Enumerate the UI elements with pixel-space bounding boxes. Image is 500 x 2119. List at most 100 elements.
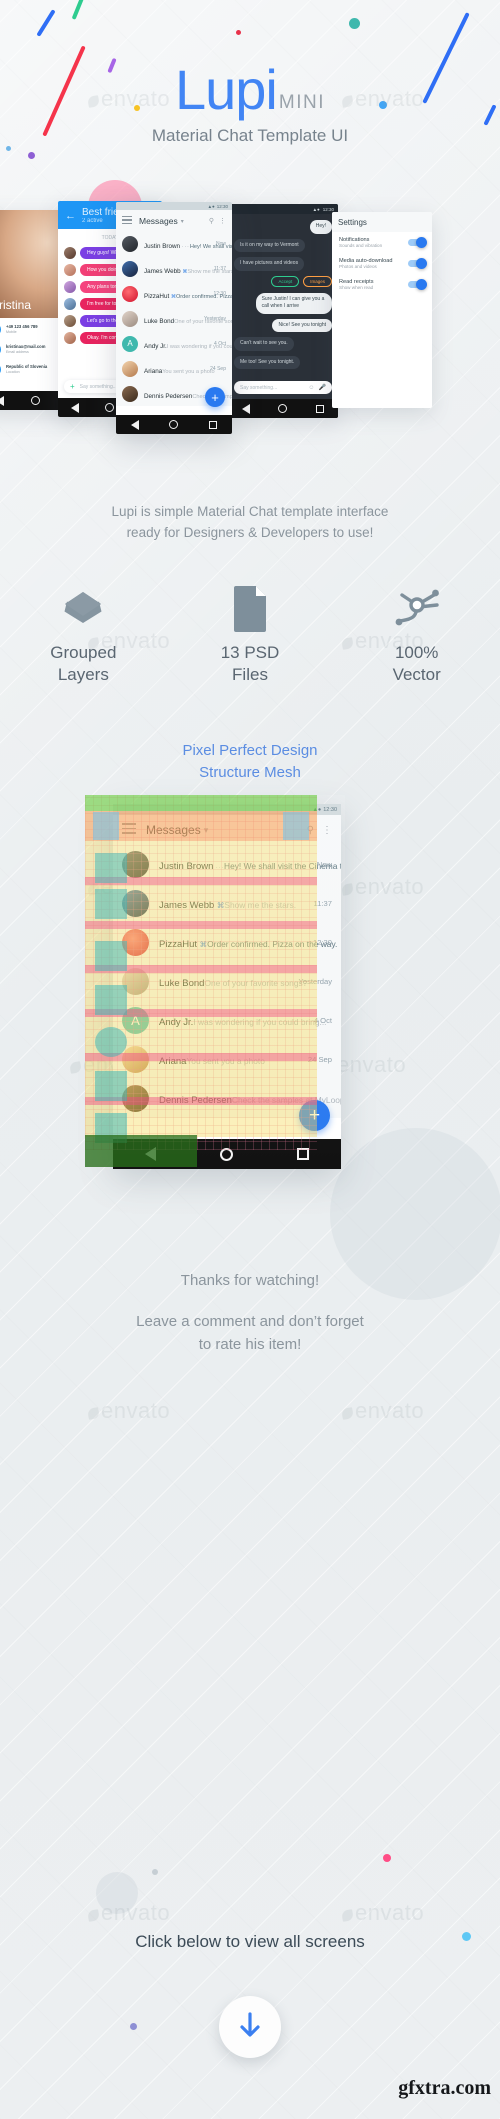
list-item[interactable]: James Webb ⌘Show me the stars. 11:37 — [122, 884, 332, 923]
list-item[interactable]: Justin Brown ···Hey! We shall visit the … — [122, 231, 232, 256]
quick-action-chips: Accept Images — [234, 275, 332, 287]
conversation-time: Yesterday — [203, 315, 226, 322]
dot-red-1 — [236, 30, 241, 35]
plus-icon[interactable]: + — [70, 382, 75, 391]
list-item[interactable]: PizzaHut ⌘Order confirmed. Pizza on the … — [122, 281, 232, 306]
mic-icon[interactable]: 🎤 — [319, 384, 326, 391]
android-nav-bar — [228, 399, 338, 418]
gfxtra-watermark: gfxtra.com — [398, 2077, 491, 2099]
nav-recents-icon[interactable] — [297, 1148, 309, 1160]
nav-back-icon[interactable] — [242, 403, 251, 414]
chat-bubble: Hey! — [309, 220, 332, 234]
nav-home-icon[interactable] — [31, 396, 41, 405]
confetti-blue-1 — [36, 9, 56, 37]
list-item[interactable]: Luke BondOne of your favorite songs? Yes… — [122, 962, 332, 1001]
feature-label: 13 PSD Files — [220, 643, 280, 685]
cta-heading: Click below to view all screens — [135, 1932, 365, 1951]
avatar-initial: A — [131, 1013, 140, 1028]
list-item-sub: Location — [6, 369, 20, 374]
phone-dark-chat-screen: ▲● 12:30 Hey! Is it on my way to Vermont… — [228, 204, 338, 418]
nav-recents-icon[interactable] — [208, 420, 217, 429]
message-row: Can't wait to see you. — [234, 337, 332, 351]
chat-bubble: Me too! See you tonight. — [234, 355, 301, 369]
arrow-back-icon[interactable]: ← — [65, 210, 76, 222]
chat-bubble: Sure Justin! I can give you a call when … — [255, 292, 332, 314]
nav-back-icon[interactable] — [131, 419, 140, 430]
dot-pink-2 — [383, 1854, 391, 1862]
watermark-envato: envato — [341, 1398, 424, 1424]
hamburger-icon[interactable] — [122, 216, 132, 226]
toggle-switch[interactable] — [408, 258, 427, 269]
nav-home-icon[interactable] — [105, 403, 115, 412]
conversation-name: Dennis Pedersen — [159, 1094, 232, 1106]
list-item-sub: Email address — [6, 349, 29, 354]
mail-icon — [0, 343, 1, 356]
compose-fab-button[interactable]: + — [205, 387, 225, 407]
list-item[interactable]: Luke BondOne of your favorite songs? Yes… — [122, 306, 232, 331]
arrow-back-icon[interactable]: ← — [0, 220, 2, 234]
nav-home-icon[interactable] — [278, 404, 288, 413]
emoji-icon[interactable]: ☺ — [308, 385, 314, 391]
conversation-time: 12:30 — [213, 290, 226, 297]
more-vert-icon[interactable]: ⋮ — [322, 825, 332, 836]
brand-lockup: Lupi MINI — [0, 62, 500, 118]
nav-back-icon[interactable] — [145, 1147, 156, 1161]
chevron-down-icon[interactable]: ▾ — [181, 218, 184, 225]
conversation-name: Ariana — [159, 1055, 187, 1067]
list-item-sub: Mobile — [6, 329, 17, 334]
feature-label: 100% Vector — [392, 643, 441, 685]
poster-canvas: envato envato envato envato envato envat… — [0, 0, 500, 2119]
nav-home-icon[interactable] — [220, 1147, 233, 1161]
list-item-sub: Photos and videos — [339, 264, 377, 269]
watermark-envato: envato — [87, 1900, 170, 1926]
nav-home-icon[interactable] — [169, 420, 179, 429]
layers-icon — [0, 580, 167, 636]
hamburger-icon[interactable] — [122, 823, 136, 837]
conversation-preview: You sent you a photo — [186, 1055, 265, 1066]
avatar — [122, 929, 149, 956]
feature-list: Grouped Layers 13 PSD Files 100% Vector — [0, 580, 500, 686]
watermark-envato: envato — [341, 1900, 424, 1926]
list-item[interactable]: James Webb ⌘Show me the stars. 11:37 — [122, 256, 232, 281]
toggle-switch[interactable] — [408, 237, 427, 248]
compose-fab-button[interactable]: + — [299, 1100, 330, 1131]
list-item[interactable]: ArianaYou sent you a photo 24 Sep — [122, 356, 226, 381]
place-icon — [0, 363, 1, 376]
avatar — [64, 315, 76, 327]
nav-recents-icon[interactable] — [315, 404, 324, 413]
avatar — [122, 360, 138, 377]
search-icon[interactable]: ⚲ — [307, 825, 314, 836]
list-item[interactable]: A Andy Jr.I was wondering if you could b… — [122, 1001, 332, 1040]
dot-purple-1 — [28, 152, 35, 159]
nav-back-icon[interactable] — [71, 402, 80, 413]
search-icon[interactable]: ⚲ — [209, 217, 214, 225]
list-item[interactable]: Justin Brown ···Hey! We shall visit the … — [122, 845, 341, 884]
conversation-name: PizzaHut ⌘ — [159, 938, 208, 950]
conversation-preview: Show me the stars. — [224, 899, 297, 910]
conversation-preview: One of your favorite songs? — [204, 977, 308, 988]
chip-accept[interactable]: Accept — [271, 275, 300, 287]
list-item[interactable]: Notifications Sounds and vibration — [332, 232, 432, 253]
chip-images[interactable]: Images — [303, 275, 332, 287]
phone-showcase: ← Kristina +49 123 456 789Mobile kristin… — [0, 188, 500, 448]
avatar — [122, 1046, 149, 1073]
avatar — [122, 310, 138, 327]
view-all-screens-button[interactable] — [219, 1996, 281, 2058]
list-item[interactable]: ArianaYou sent you a photo 24 Sep — [122, 1040, 332, 1079]
more-vert-icon[interactable]: ⋮ — [219, 217, 226, 225]
page-title: Messages — [146, 823, 201, 837]
list-item[interactable]: Media auto-download Photos and videos — [332, 253, 432, 274]
avatar: A — [122, 1007, 149, 1034]
message-composer[interactable]: Say something... ☺ 🎤 — [234, 381, 332, 394]
list-item[interactable]: PizzaHut ⌘Order confirmed. Pizza on the … — [122, 923, 337, 962]
list-item[interactable]: Read receipts Show when read — [332, 274, 432, 295]
dot-grey-2 — [152, 1869, 158, 1875]
chat-bubble: Can't wait to see you. — [234, 337, 294, 351]
list-item[interactable]: A Andy Jr.I was wondering if you could b… — [122, 331, 232, 356]
chevron-down-icon[interactable]: ▾ — [204, 825, 209, 836]
status-icons: ▲● — [312, 206, 320, 212]
nav-back-icon[interactable] — [0, 395, 4, 406]
more-dots-icon: ··· — [181, 243, 190, 250]
toggle-switch[interactable] — [408, 279, 427, 290]
feature-label: Grouped Layers — [50, 643, 117, 685]
